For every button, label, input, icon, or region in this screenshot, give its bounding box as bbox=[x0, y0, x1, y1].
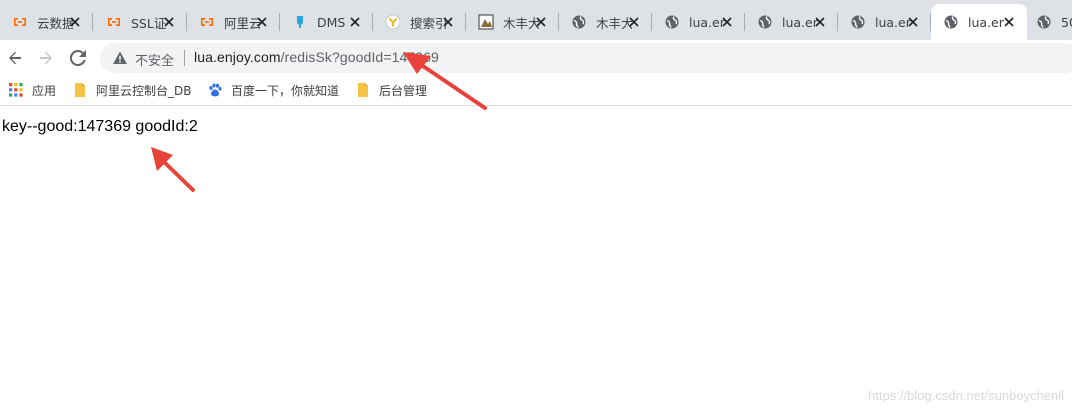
annotation-arrow-url bbox=[403, 52, 487, 110]
image-thumb-icon bbox=[478, 14, 494, 30]
omnibox-divider bbox=[184, 50, 185, 66]
close-tab-icon[interactable] bbox=[440, 14, 456, 30]
url-host: lua.enjoy.com bbox=[194, 49, 281, 65]
close-tab-icon[interactable] bbox=[254, 14, 270, 30]
tab[interactable]: 50 bbox=[1024, 4, 1072, 40]
bookmarks-bar: 应用 阿里云控制台_DB 百度一下，你就知道 后台管理 bbox=[0, 75, 1072, 106]
back-button[interactable] bbox=[1, 44, 29, 72]
reload-button[interactable] bbox=[64, 44, 92, 72]
close-tab-icon[interactable] bbox=[533, 14, 549, 30]
close-tab-icon[interactable] bbox=[719, 14, 735, 30]
tab[interactable]: 木丰大 bbox=[559, 4, 652, 40]
tab[interactable]: DMS bbox=[280, 4, 373, 40]
bookmark-item[interactable]: 阿里云控制台_DB bbox=[72, 79, 191, 101]
forward-button[interactable] bbox=[32, 44, 60, 72]
bookmark-label: 百度一下，你就知道 bbox=[231, 83, 340, 98]
tab[interactable]: lua.enjoy bbox=[838, 4, 931, 40]
globe-icon bbox=[571, 14, 587, 30]
tab[interactable]: 云数据 bbox=[0, 4, 93, 40]
aliyun-icon bbox=[199, 14, 215, 30]
bookmark-item[interactable]: 百度一下，你就知道 bbox=[207, 79, 339, 101]
search-engine-icon bbox=[385, 14, 401, 30]
page-body-text: key--good:147369 goodId:2 bbox=[2, 118, 198, 135]
tab-active[interactable]: lua.enjoy bbox=[931, 4, 1027, 40]
close-tab-icon[interactable] bbox=[347, 14, 363, 30]
tab-title: 50 bbox=[1061, 14, 1072, 30]
annotation-arrow-text bbox=[151, 147, 195, 192]
tab-separator bbox=[92, 13, 93, 31]
tab[interactable]: SSL证书 bbox=[94, 4, 187, 40]
globe-icon bbox=[850, 14, 866, 30]
tab[interactable]: 搜索引擎 bbox=[373, 4, 466, 40]
aliyun-icon bbox=[106, 14, 122, 30]
security-status-label[interactable]: 不安全 bbox=[135, 50, 174, 69]
bookmark-label: 应用 bbox=[32, 83, 57, 98]
dms-icon bbox=[292, 14, 308, 30]
tab[interactable]: 阿里云 bbox=[187, 4, 280, 40]
globe-icon bbox=[664, 14, 680, 30]
tab[interactable]: 木丰大 bbox=[466, 4, 559, 40]
globe-icon bbox=[1036, 14, 1052, 30]
tab[interactable]: lua.enjoy bbox=[652, 4, 745, 40]
close-tab-icon[interactable] bbox=[905, 14, 921, 30]
globe-icon bbox=[757, 14, 773, 30]
address-bar[interactable]: 不安全 lua.enjoy.com/redisSk?goodId=147369 bbox=[100, 43, 1072, 73]
bookmark-label: 阿里云控制台_DB bbox=[96, 83, 192, 98]
browser-toolbar: 不安全 lua.enjoy.com/redisSk?goodId=147369 bbox=[0, 40, 1072, 75]
aliyun-icon bbox=[12, 14, 28, 30]
bookmark-item[interactable]: 应用 bbox=[8, 79, 56, 101]
reload-icon bbox=[70, 50, 86, 66]
apps-grid-icon bbox=[8, 82, 24, 98]
close-tab-icon[interactable] bbox=[812, 14, 828, 30]
globe-icon bbox=[943, 14, 959, 30]
close-tab-icon[interactable] bbox=[161, 14, 177, 30]
folder-icon bbox=[355, 82, 371, 98]
watermark: https://blog.csdn.net/sunboychenll bbox=[868, 388, 1064, 403]
folder-icon bbox=[72, 82, 88, 98]
close-tab-icon[interactable] bbox=[67, 14, 83, 30]
warning-triangle-icon[interactable] bbox=[112, 50, 128, 66]
baidu-paw-icon bbox=[207, 82, 223, 98]
tab[interactable]: lua.enjoy bbox=[745, 4, 838, 40]
tab-strip: 云数据SSL证书阿里云DMS搜索引擎木丰大木丰大lua.enjoylua.enj… bbox=[0, 0, 1072, 40]
back-arrow-icon bbox=[9, 51, 21, 65]
tab-title: lua.enjoy bbox=[968, 14, 1004, 30]
close-tab-icon[interactable] bbox=[1001, 14, 1017, 30]
forward-arrow-icon bbox=[40, 51, 52, 65]
close-tab-icon[interactable] bbox=[626, 14, 642, 30]
